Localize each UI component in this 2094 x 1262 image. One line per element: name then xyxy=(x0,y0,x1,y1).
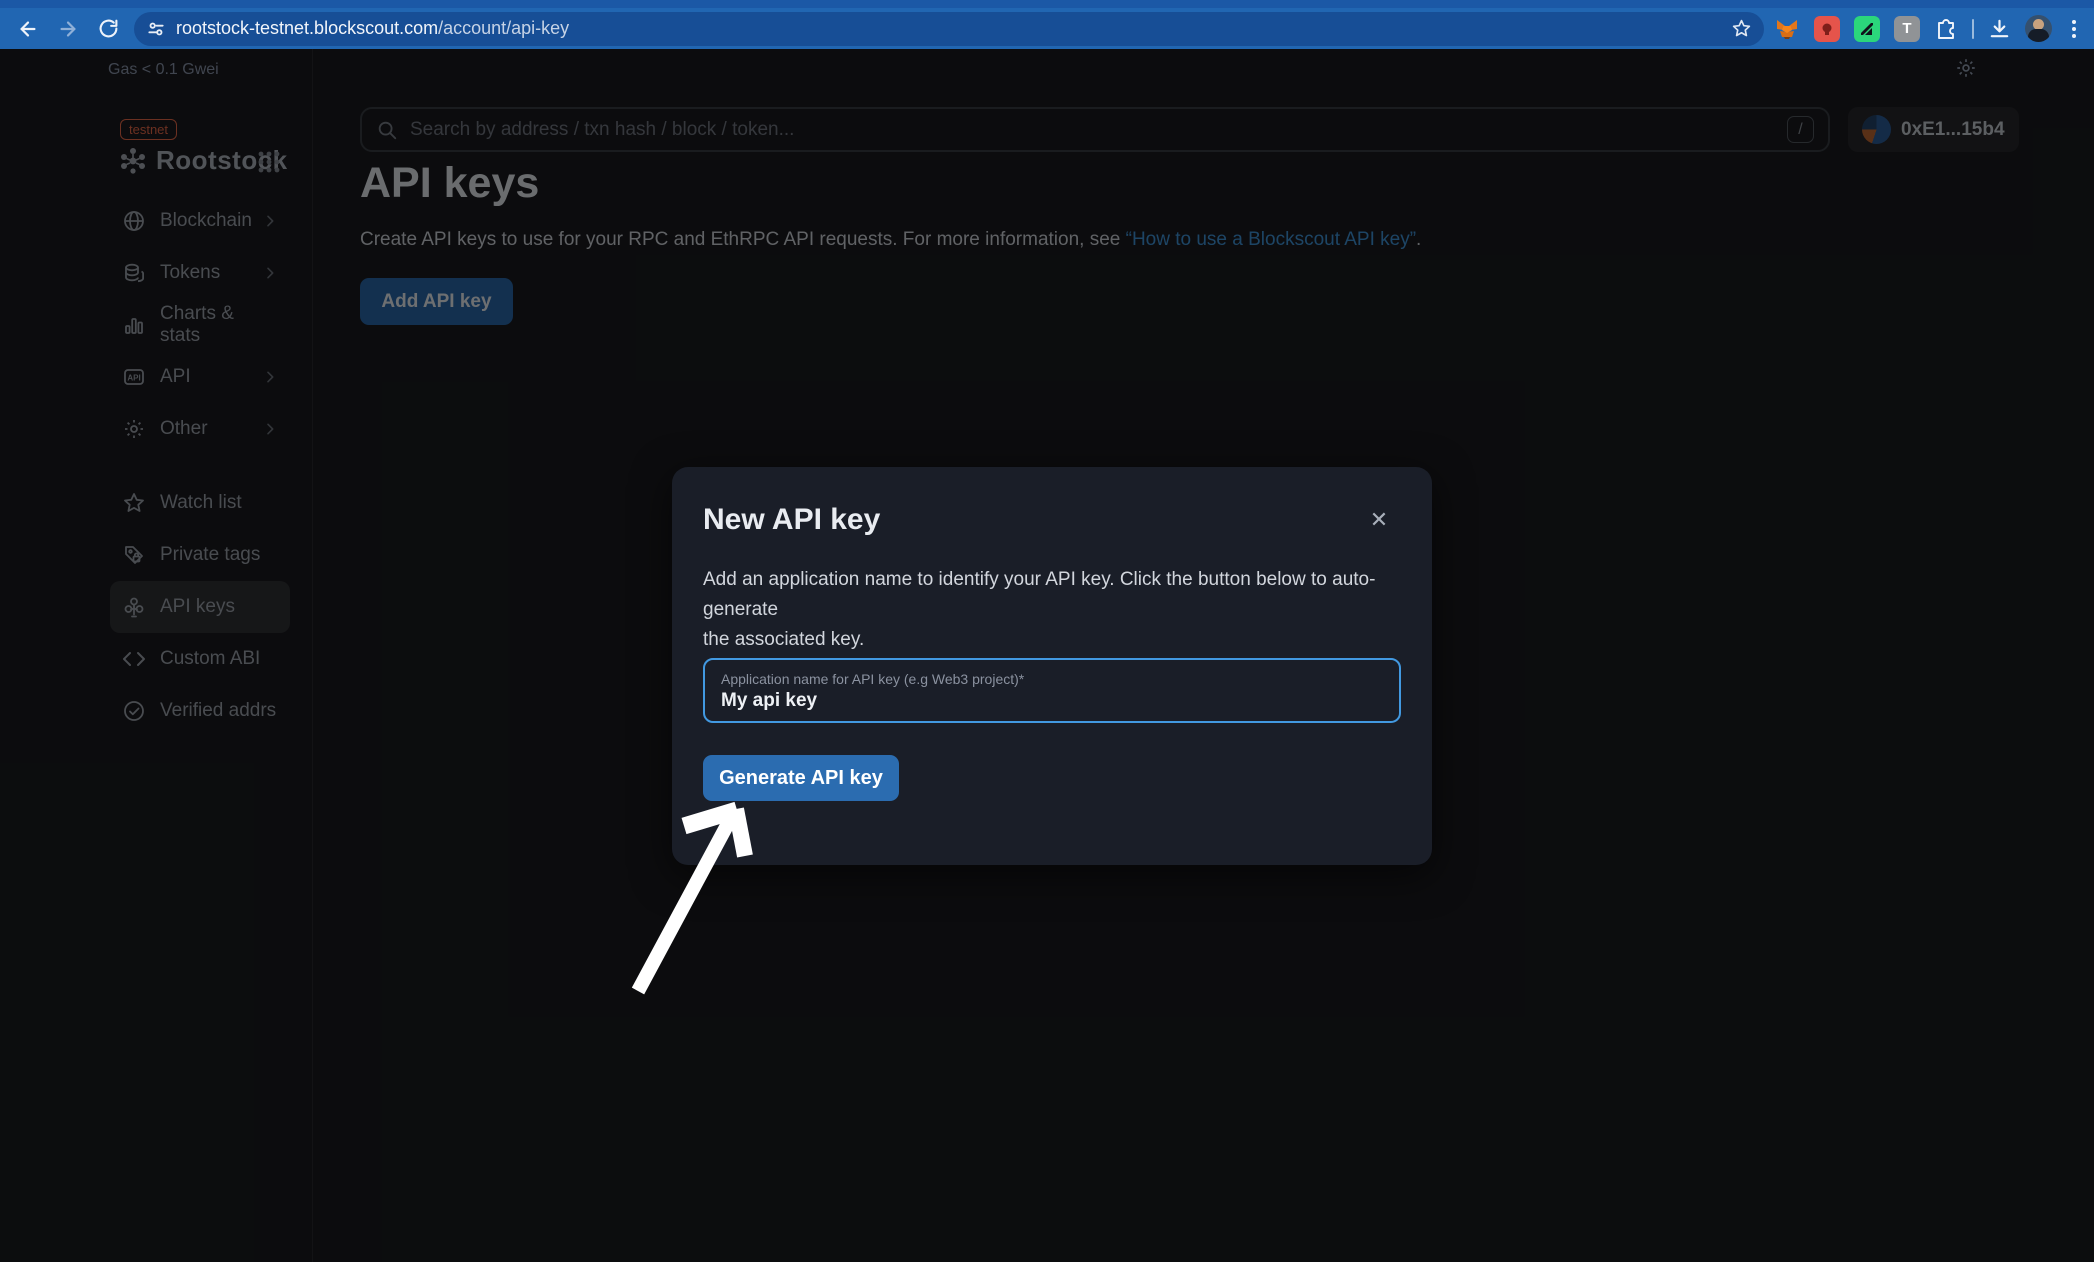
address-bar[interactable]: rootstock-testnet.blockscout.com/account… xyxy=(134,12,1764,46)
browser-profile-avatar[interactable] xyxy=(2025,15,2052,42)
downloads-icon[interactable] xyxy=(1988,17,2011,40)
application-name-input[interactable] xyxy=(721,690,1371,712)
url-text: rootstock-testnet.blockscout.com/account… xyxy=(176,18,1731,39)
t-extension-icon[interactable]: T xyxy=(1894,16,1920,42)
extensions-puzzle-icon[interactable] xyxy=(1934,17,1958,41)
modal-title: New API key xyxy=(703,503,880,537)
modal-description: Add an application name to identify your… xyxy=(703,565,1413,655)
browser-back-icon[interactable] xyxy=(8,12,48,46)
modal-description-line1: Add an application name to identify your… xyxy=(703,565,1413,625)
site-settings-icon[interactable] xyxy=(146,19,166,39)
red-extension-icon[interactable] xyxy=(1814,16,1840,42)
browser-menu-icon[interactable] xyxy=(2066,16,2082,42)
browser-chrome: rootstock-testnet.blockscout.com/account… xyxy=(0,0,2094,49)
browser-tabstrip xyxy=(0,0,2094,8)
browser-reload-icon[interactable] xyxy=(88,12,128,46)
application-name-label: Application name for API key (e.g Web3 p… xyxy=(721,671,1024,687)
metamask-extension-icon[interactable] xyxy=(1774,16,1800,42)
close-icon[interactable]: ✕ xyxy=(1364,505,1394,535)
toolbar-separator xyxy=(1972,19,1974,39)
modal-description-line2: the associated key. xyxy=(703,625,1413,655)
generate-api-key-button[interactable]: Generate API key xyxy=(703,755,899,801)
application-name-field: Application name for API key (e.g Web3 p… xyxy=(703,658,1401,723)
browser-forward-icon[interactable] xyxy=(48,12,88,46)
bookmark-star-icon[interactable] xyxy=(1731,18,1752,39)
green-extension-icon[interactable] xyxy=(1854,16,1880,42)
new-api-key-modal: New API key ✕ Add an application name to… xyxy=(672,467,1432,865)
